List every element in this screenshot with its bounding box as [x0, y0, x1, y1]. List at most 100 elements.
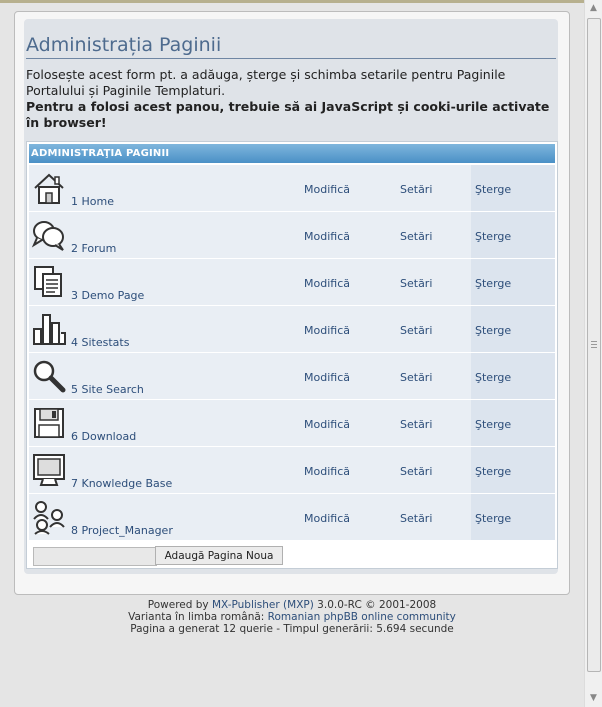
delete-page-link[interactable]: Şterge [475, 324, 511, 337]
settings-cell: Setări [396, 494, 470, 540]
settings-cell: Setări [396, 306, 470, 352]
page-settings-link[interactable]: Setări [400, 324, 432, 337]
delete-cell: Şterge [471, 494, 555, 540]
delete-cell: Şterge [471, 306, 555, 352]
settings-cell: Setări [396, 353, 470, 399]
table-row: 5 Site Search Modifică Setări Şterge [29, 353, 555, 399]
page-settings-link[interactable]: Setări [400, 277, 432, 290]
edit-cell: Modifică [300, 353, 395, 399]
edit-cell: Modifică [300, 212, 395, 258]
forum-icon [31, 217, 67, 253]
page-name-cell: 4 Sitestats [29, 306, 299, 352]
table-row: 4 Sitestats Modifică Setări Şterge [29, 306, 555, 352]
delete-cell: Şterge [471, 259, 555, 305]
people-icon [31, 499, 67, 535]
table-row: 3 Demo Page Modifică Setări Şterge [29, 259, 555, 305]
footer-generation-stats: Pagina a generat 12 querie - Timpul gene… [130, 623, 454, 635]
stats-icon [31, 311, 67, 347]
delete-page-link[interactable]: Şterge [475, 512, 511, 525]
page-name-cell: 5 Site Search [29, 353, 299, 399]
page-name-cell: 3 Demo Page [29, 259, 299, 305]
page-name: 6 Download [71, 430, 137, 443]
edit-page-link[interactable]: Modifică [304, 324, 350, 337]
edit-cell: Modifică [300, 165, 395, 211]
page-name-cell: 8 Project_Manager [29, 494, 299, 540]
page-settings-link[interactable]: Setări [400, 512, 432, 525]
page-name: 8 Project_Manager [71, 524, 173, 537]
delete-page-link[interactable]: Şterge [475, 277, 511, 290]
table-row: 1 Home Modifică Setări Şterge [29, 165, 555, 211]
page-name-cell: 6 Download [29, 400, 299, 446]
edit-page-link[interactable]: Modifică [304, 230, 350, 243]
page-name: 2 Forum [71, 242, 117, 255]
new-page-name-input[interactable] [33, 547, 157, 566]
settings-cell: Setări [396, 259, 470, 305]
edit-page-link[interactable]: Modifică [304, 371, 350, 384]
top-edge-strip [0, 0, 584, 3]
admin-panel-inner: Administrația Paginii Folosește acest fo… [24, 19, 558, 574]
floppy-disk-icon [31, 405, 67, 441]
edit-cell: Modifică [300, 259, 395, 305]
page-settings-link[interactable]: Setări [400, 230, 432, 243]
page-name: 3 Demo Page [71, 289, 145, 302]
page-name-cell: 1 Home [29, 165, 299, 211]
monitor-icon [31, 452, 67, 488]
admin-panel: Administrația Paginii Folosește acest fo… [14, 11, 570, 595]
footer: Powered by MX-Publisher (MXP) 3.0.0-RC ©… [0, 599, 584, 635]
home-icon [31, 170, 67, 206]
page-settings-link[interactable]: Setări [400, 183, 432, 196]
delete-cell: Şterge [471, 353, 555, 399]
edit-cell: Modifică [300, 494, 395, 540]
table-row: 6 Download Modifică Setări Şterge [29, 400, 555, 446]
delete-page-link[interactable]: Şterge [475, 465, 511, 478]
scroll-down-arrow-icon[interactable]: ▼ [585, 690, 602, 707]
page-name: 7 Knowledge Base [71, 477, 173, 490]
romanian-community-link[interactable]: Romanian phpBB online community [268, 611, 456, 623]
footer-translation: Varianta în limba română: Romanian phpBB… [128, 611, 456, 623]
pages-table: ADMINISTRAŢIA PAGINII 1 Home Modifică Setă… [26, 141, 558, 569]
settings-cell: Setări [396, 400, 470, 446]
table-row: 8 Project_Manager Modifică Setări Şterge [29, 494, 555, 540]
table-row: 2 Forum Modifică Setări Şterge [29, 212, 555, 258]
scroll-up-arrow-icon[interactable]: ▲ [585, 0, 602, 17]
page-title: Administrația Paginii [26, 33, 556, 59]
add-page-button[interactable]: Adaugă Pagina Noua [155, 546, 283, 565]
table-row: 7 Knowledge Base Modifică Setări Şterge [29, 447, 555, 493]
delete-page-link[interactable]: Şterge [475, 230, 511, 243]
page-name-cell: 7 Knowledge Base [29, 447, 299, 493]
mxp-link[interactable]: MX-Publisher (MXP) [212, 599, 314, 611]
edit-cell: Modifică [300, 400, 395, 446]
page-name: 5 Site Search [71, 383, 144, 396]
delete-cell: Şterge [471, 447, 555, 493]
settings-cell: Setări [396, 447, 470, 493]
edit-cell: Modifică [300, 306, 395, 352]
edit-page-link[interactable]: Modifică [304, 418, 350, 431]
javascript-warning: Pentru a folosi acest panou, trebuie să … [26, 99, 550, 130]
page-settings-link[interactable]: Setări [400, 371, 432, 384]
documents-icon [31, 264, 67, 300]
page-description: Folosește acest form pt. a adăuga, șterg… [26, 67, 506, 98]
pages-list: 1 Home Modifică Setări Şterge 2 Forum Modific… [29, 165, 555, 541]
page-name: 1 Home [71, 195, 114, 208]
edit-page-link[interactable]: Modifică [304, 512, 350, 525]
settings-cell: Setări [396, 165, 470, 211]
delete-cell: Şterge [471, 165, 555, 211]
delete-page-link[interactable]: Şterge [475, 183, 511, 196]
table-header: ADMINISTRAŢIA PAGINII [29, 144, 555, 163]
edit-page-link[interactable]: Modifică [304, 465, 350, 478]
edit-page-link[interactable]: Modifică [304, 277, 350, 290]
settings-cell: Setări [396, 212, 470, 258]
search-icon [31, 358, 67, 394]
scrollbar-thumb[interactable] [587, 18, 601, 672]
footer-powered-by: Powered by MX-Publisher (MXP) 3.0.0-RC ©… [147, 599, 437, 611]
edit-cell: Modifică [300, 447, 395, 493]
vertical-scrollbar[interactable]: ▲ ▼ [584, 0, 602, 707]
delete-cell: Şterge [471, 400, 555, 446]
page-name: 4 Sitestats [71, 336, 130, 349]
edit-page-link[interactable]: Modifică [304, 183, 350, 196]
page-settings-link[interactable]: Setări [400, 465, 432, 478]
delete-page-link[interactable]: Şterge [475, 371, 511, 384]
delete-page-link[interactable]: Şterge [475, 418, 511, 431]
page-settings-link[interactable]: Setări [400, 418, 432, 431]
delete-cell: Şterge [471, 212, 555, 258]
